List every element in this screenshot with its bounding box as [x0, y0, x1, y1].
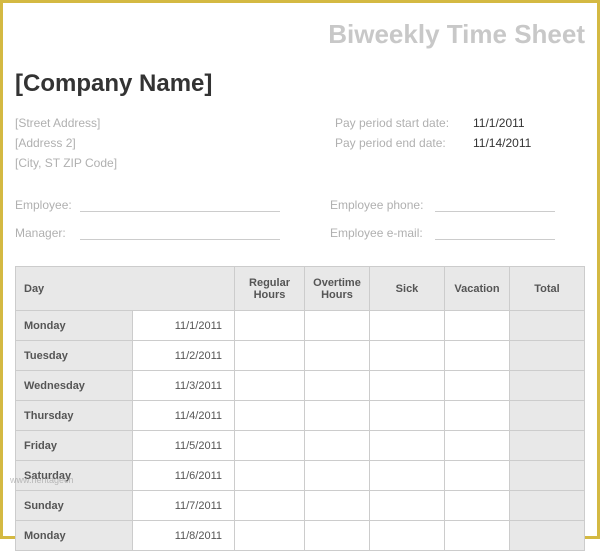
total-cell	[510, 491, 585, 521]
pay-start-label: Pay period start date:	[335, 116, 473, 130]
overtime-hours-cell[interactable]	[305, 491, 370, 521]
vacation-cell[interactable]	[445, 461, 510, 491]
manager-label: Manager:	[15, 226, 80, 240]
total-cell	[510, 461, 585, 491]
th-sick: Sick	[370, 267, 445, 311]
date-cell: 11/2/2011	[132, 341, 234, 371]
employee-phone-input[interactable]	[435, 194, 555, 212]
regular-hours-cell[interactable]	[235, 311, 305, 341]
overtime-hours-cell[interactable]	[305, 371, 370, 401]
vacation-cell[interactable]	[445, 431, 510, 461]
vacation-cell[interactable]	[445, 491, 510, 521]
street-address: [Street Address]	[15, 116, 335, 130]
total-cell	[510, 521, 585, 551]
day-cell: Tuesday	[16, 341, 133, 371]
table-row: Monday 11/1/2011	[16, 311, 585, 341]
table-row: Thursday 11/4/2011	[16, 401, 585, 431]
sick-cell[interactable]	[370, 431, 445, 461]
total-cell	[510, 371, 585, 401]
vacation-cell[interactable]	[445, 341, 510, 371]
overtime-hours-cell[interactable]	[305, 431, 370, 461]
document-title: Biweekly Time Sheet	[15, 19, 585, 50]
date-cell: 11/1/2011	[132, 311, 234, 341]
day-cell: Monday	[16, 311, 133, 341]
vacation-cell[interactable]	[445, 401, 510, 431]
overtime-hours-cell[interactable]	[305, 521, 370, 551]
date-cell: 11/8/2011	[132, 521, 234, 551]
table-row: Friday 11/5/2011	[16, 431, 585, 461]
pay-end-value: 11/14/2011	[473, 136, 531, 150]
th-day: Day	[16, 267, 235, 311]
company-name: [Company Name]	[15, 70, 585, 98]
table-row: Tuesday 11/2/2011	[16, 341, 585, 371]
sick-cell[interactable]	[370, 401, 445, 431]
total-cell	[510, 401, 585, 431]
regular-hours-cell[interactable]	[235, 401, 305, 431]
date-cell: 11/5/2011	[132, 431, 234, 461]
employee-input[interactable]	[80, 194, 280, 212]
overtime-hours-cell[interactable]	[305, 311, 370, 341]
sick-cell[interactable]	[370, 461, 445, 491]
regular-hours-cell[interactable]	[235, 461, 305, 491]
table-row: Monday 11/8/2011	[16, 521, 585, 551]
table-row: Saturday 11/6/2011	[16, 461, 585, 491]
pay-start-value: 11/1/2011	[473, 116, 525, 130]
total-cell	[510, 311, 585, 341]
th-total: Total	[510, 267, 585, 311]
sick-cell[interactable]	[370, 341, 445, 371]
sick-cell[interactable]	[370, 371, 445, 401]
table-row: Sunday 11/7/2011	[16, 491, 585, 521]
watermark: www.heritagech	[10, 475, 74, 485]
timesheet-table: Day Regular Hours Overtime Hours Sick Va…	[15, 266, 585, 551]
th-vacation: Vacation	[445, 267, 510, 311]
date-cell: 11/3/2011	[132, 371, 234, 401]
employee-phone-label: Employee phone:	[330, 198, 435, 212]
day-cell: Thursday	[16, 401, 133, 431]
employee-email-input[interactable]	[435, 222, 555, 240]
table-row: Wednesday 11/3/2011	[16, 371, 585, 401]
date-cell: 11/7/2011	[132, 491, 234, 521]
th-overtime: Overtime Hours	[305, 267, 370, 311]
date-cell: 11/4/2011	[132, 401, 234, 431]
overtime-hours-cell[interactable]	[305, 401, 370, 431]
pay-end-label: Pay period end date:	[335, 136, 473, 150]
overtime-hours-cell[interactable]	[305, 461, 370, 491]
date-cell: 11/6/2011	[132, 461, 234, 491]
regular-hours-cell[interactable]	[235, 491, 305, 521]
overtime-hours-cell[interactable]	[305, 341, 370, 371]
vacation-cell[interactable]	[445, 311, 510, 341]
day-cell: Wednesday	[16, 371, 133, 401]
manager-input[interactable]	[80, 222, 280, 240]
day-cell: Monday	[16, 521, 133, 551]
employee-email-label: Employee e-mail:	[330, 226, 435, 240]
regular-hours-cell[interactable]	[235, 431, 305, 461]
th-regular: Regular Hours	[235, 267, 305, 311]
sick-cell[interactable]	[370, 311, 445, 341]
vacation-cell[interactable]	[445, 371, 510, 401]
city-state-zip: [City, ST ZIP Code]	[15, 156, 335, 170]
employee-label: Employee:	[15, 198, 80, 212]
regular-hours-cell[interactable]	[235, 371, 305, 401]
total-cell	[510, 341, 585, 371]
total-cell	[510, 431, 585, 461]
address-2: [Address 2]	[15, 136, 335, 150]
day-cell: Sunday	[16, 491, 133, 521]
sick-cell[interactable]	[370, 521, 445, 551]
regular-hours-cell[interactable]	[235, 521, 305, 551]
regular-hours-cell[interactable]	[235, 341, 305, 371]
vacation-cell[interactable]	[445, 521, 510, 551]
day-cell: Friday	[16, 431, 133, 461]
sick-cell[interactable]	[370, 491, 445, 521]
